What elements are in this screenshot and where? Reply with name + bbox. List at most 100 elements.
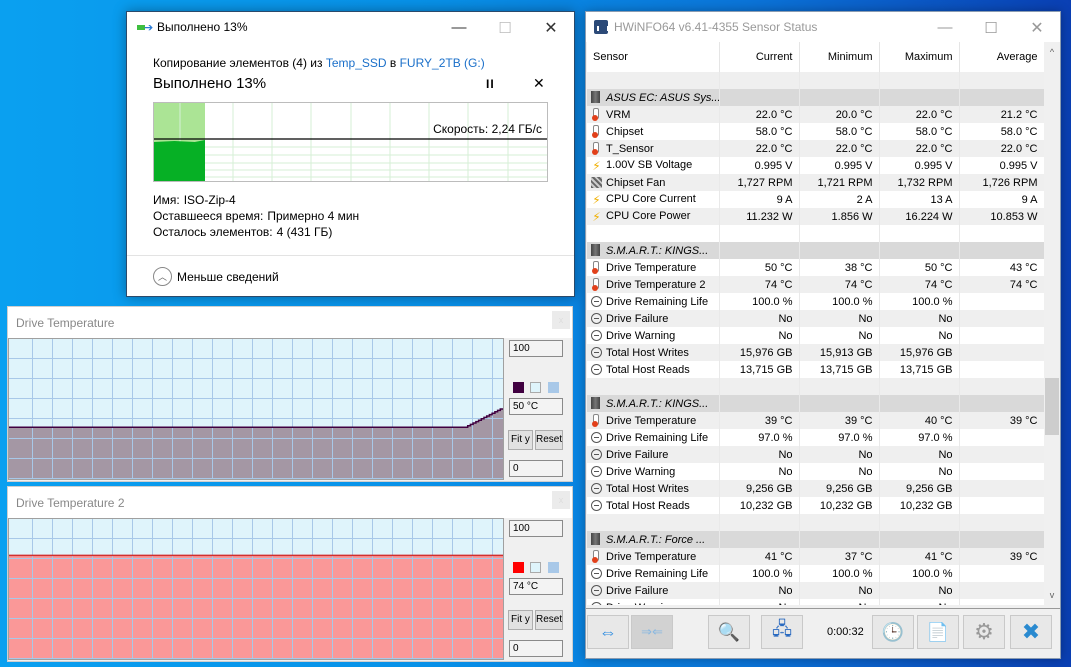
sensor-row[interactable]: Drive WarningNoNoNo — [587, 599, 1044, 605]
graph-titlebar[interactable]: Drive Temperature 2 x — [8, 487, 572, 518]
minimize-button[interactable]: — — [436, 12, 482, 43]
sensor-name: Drive Remaining Life — [606, 295, 709, 308]
sensor-table-container: Sensor Current Minimum Maximum Average A… — [587, 42, 1044, 605]
logging-button[interactable]: 📄 — [917, 615, 959, 649]
empty-cell — [879, 395, 960, 412]
sensor-row[interactable]: Drive Temperature 2 74 °C 74 °C 74 °C 74 °C — [587, 276, 1044, 293]
speed-graph: Скорость: 2,24 ГБ/с — [153, 102, 548, 182]
maximize-button[interactable]: ☐ — [968, 12, 1014, 43]
column-header-maximum[interactable]: Maximum — [879, 42, 960, 72]
reset-clock-button[interactable]: 🕒 — [872, 615, 914, 649]
value-current: 15,976 GB — [719, 344, 800, 361]
sensor-row[interactable]: Drive Failure No No No — [587, 446, 1044, 463]
hwinfo-titlebar[interactable]: HWiNFO64 v6.41-4355 Sensor Status — ☐ ✕ — [586, 12, 1060, 42]
close-hwinfo-button[interactable]: ✖ — [1010, 615, 1052, 649]
grid-color-swatch[interactable] — [548, 562, 559, 573]
thermometer-icon — [591, 142, 599, 155]
close-button[interactable]: ✕ — [1014, 12, 1060, 43]
group-name-cell: S.M.A.R.T.: Force ... — [587, 531, 720, 548]
sensor-row[interactable]: Drive Temperature 39 °C 39 °C 40 °C 39 °C — [587, 412, 1044, 429]
sensor-name-cell: Drive Remaining Life — [587, 429, 720, 446]
scroll-up-button[interactable]: ^ — [1044, 44, 1060, 60]
scroll-down-button[interactable]: v — [1044, 587, 1060, 603]
sensor-row[interactable]: Drive WarningNoNoNo — [587, 327, 1044, 344]
value-max: 13 A — [879, 191, 960, 208]
sensor-row[interactable]: Drive Remaining Life 100.0 % 100.0 % 100.0 … — [587, 565, 1044, 582]
sensor-row[interactable]: Drive Failure No No No — [587, 582, 1044, 599]
sensor-row[interactable]: Drive Temperature 50 °C 38 °C 50 °C 43 °C — [587, 259, 1044, 276]
sensor-row[interactable]: Drive Remaining Life 97.0 % 97.0 % 97.0 % — [587, 429, 1044, 446]
copy-titlebar[interactable]: ➔ Выполнено 13% — ☐ ✕ — [127, 12, 574, 43]
sensor-group-row[interactable]: ASUS EC: ASUS Sys... — [587, 89, 1044, 106]
pause-button[interactable]: II — [486, 77, 495, 91]
reset-button[interactable]: Reset — [535, 430, 563, 450]
sensor-row[interactable]: Drive Temperature 41 °C 37 °C 41 °C 39 °C — [587, 548, 1044, 565]
value-current: 41 °C — [719, 548, 800, 565]
spacer-row — [587, 225, 1044, 242]
cancel-copy-button[interactable]: ✕ — [533, 75, 545, 92]
graph-area — [9, 555, 503, 659]
copy-description: Копирование элементов (4) из Temp_SSD в … — [153, 56, 485, 70]
scroll-thumb[interactable] — [1045, 378, 1059, 435]
empty-cell — [799, 72, 880, 89]
empty-cell — [959, 72, 1044, 89]
expand-columns-button[interactable]: ⇔ — [587, 615, 629, 649]
graph-close-button[interactable]: x — [552, 491, 570, 509]
background-color-swatch[interactable] — [530, 562, 541, 573]
grid-color-swatch[interactable] — [548, 382, 559, 393]
fit-y-button[interactable]: Fit y — [508, 430, 533, 450]
background-color-swatch[interactable] — [530, 382, 541, 393]
sensor-row[interactable]: Chipset Fan 1,727 RPM 1,721 RPM 1,732 RPM 1,… — [587, 174, 1044, 191]
close-button[interactable]: ✕ — [528, 12, 574, 43]
graph-max-field[interactable]: 100 — [509, 520, 563, 537]
column-header-current[interactable]: Current — [719, 42, 800, 72]
line-color-swatch[interactable] — [513, 562, 524, 573]
less-details-button[interactable]: ︿ Меньше сведений — [153, 267, 279, 286]
sensor-name-cell: Drive Warning — [587, 599, 720, 605]
sensor-name-cell: Drive Warning — [587, 463, 720, 480]
column-header-average[interactable]: Average — [959, 42, 1044, 72]
graph-min-field[interactable]: 0 — [509, 640, 563, 657]
reset-button[interactable]: Reset — [535, 610, 563, 630]
minimize-button[interactable]: — — [922, 12, 968, 43]
sensor-row[interactable]: ⚡ CPU Core Current 9 A2 A 13 A9 A — [587, 191, 1044, 208]
sensor-row[interactable]: Total Host Reads 10,232 GB 10,232 GB 10,232… — [587, 497, 1044, 514]
source-link[interactable]: Temp_SSD — [326, 56, 387, 70]
empty-cell — [959, 89, 1044, 106]
sensor-row[interactable]: Drive Remaining Life 100.0 % 100.0 % 100.0 … — [587, 293, 1044, 310]
sensor-group-row[interactable]: S.M.A.R.T.: KINGS... — [587, 242, 1044, 259]
column-header-minimum[interactable]: Minimum — [799, 42, 880, 72]
clock-icon — [591, 465, 602, 477]
sensor-row[interactable]: T_Sensor 22.0 °C 22.0 °C 22.0 °C 22.0 °C — [587, 140, 1044, 157]
sensor-row[interactable]: Total Host Writes 15,976 GB 15,913 GB 15,97… — [587, 344, 1044, 361]
collapse-columns-button[interactable]: ⇒⇐ — [631, 615, 673, 649]
graph-min-field[interactable]: 0 — [509, 460, 563, 477]
sensor-row[interactable]: Drive WarningNoNoNo — [587, 463, 1044, 480]
thermometer-icon — [591, 261, 599, 274]
graph-titlebar[interactable]: Drive Temperature x — [8, 307, 572, 338]
fit-y-button[interactable]: Fit y — [508, 610, 533, 630]
empty-cell — [587, 514, 720, 531]
sensor-row[interactable]: Drive Failure No No No — [587, 310, 1044, 327]
sensor-row[interactable]: Total Host Reads 13,715 GB 13,715 GB 13,715… — [587, 361, 1044, 378]
sensor-group-row[interactable]: S.M.A.R.T.: KINGS... — [587, 395, 1044, 412]
line-color-swatch[interactable] — [513, 382, 524, 393]
vertical-scrollbar[interactable]: ^ v — [1044, 42, 1060, 605]
info-name: Имя: ISO-Zip-4 — [153, 193, 236, 207]
network-button[interactable]: 🖧 — [761, 615, 803, 649]
destination-link[interactable]: FURY_2TB (G:) — [400, 56, 485, 70]
graph-max-field[interactable]: 100 — [509, 340, 563, 357]
sensor-row[interactable]: Total Host Writes 9,256 GB 9,256 GB 9,256 G… — [587, 480, 1044, 497]
settings-button[interactable]: ⚙ — [963, 615, 1005, 649]
column-header-sensor[interactable]: Sensor — [587, 42, 720, 72]
clock-icon — [591, 584, 602, 596]
graph-close-button[interactable]: x — [552, 311, 570, 329]
sensor-search-button[interactable]: 🔍 — [708, 615, 750, 649]
sensor-row[interactable]: ⚡ 1.00V SB Voltage 0.995 V 0.995 V 0.995 V 0.… — [587, 157, 1044, 174]
sensor-row[interactable]: ⚡ CPU Core Power 11.232 W 1.856 W 16.224 W 10… — [587, 208, 1044, 225]
sensor-group-row[interactable]: S.M.A.R.T.: Force ... — [587, 531, 1044, 548]
sensor-row[interactable]: Chipset 58.0 °C 58.0 °C 58.0 °C 58.0 °C — [587, 123, 1044, 140]
maximize-button[interactable]: ☐ — [482, 12, 528, 43]
chip-icon — [591, 91, 600, 103]
sensor-row[interactable]: VRM 22.0 °C 20.0 °C 22.0 °C 21.2 °C — [587, 106, 1044, 123]
